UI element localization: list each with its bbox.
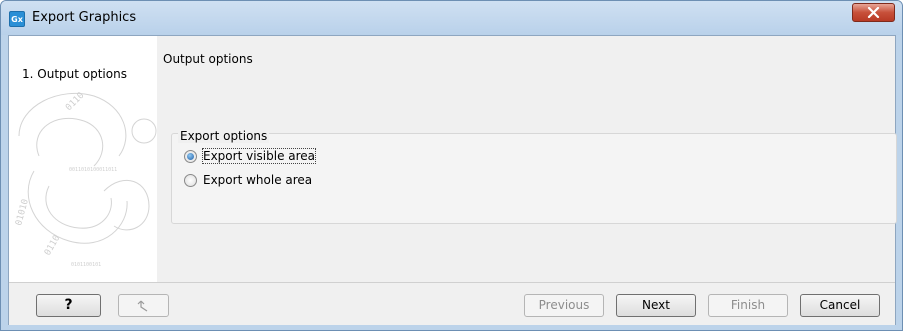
next-button[interactable]: Next <box>616 294 696 317</box>
cancel-button[interactable]: Cancel <box>800 294 880 317</box>
dialog-client-area: 1. Output options 0110 01010 0110 001101… <box>8 35 897 325</box>
button-bar: ? Previous Next Finish Cancel <box>9 282 895 325</box>
close-button[interactable] <box>852 3 895 22</box>
wizard-main-panel: Output options Export options Export vis… <box>157 36 897 282</box>
export-options-group: Export options Export visible area Expor… <box>171 129 897 224</box>
previous-button[interactable]: Previous <box>524 294 604 317</box>
binary-swirl-icon: 0110 01010 0110 0011010100011011 0101100… <box>14 91 157 268</box>
close-icon <box>867 7 880 18</box>
svg-text:0110: 0110 <box>43 234 63 258</box>
title-bar[interactable]: Gx Export Graphics <box>1 1 902 35</box>
export-graphics-dialog: Gx Export Graphics 1. Output options 011… <box>0 0 903 331</box>
svg-text:01010: 01010 <box>14 198 31 227</box>
svg-text:0011010100011011: 0011010100011011 <box>69 167 117 173</box>
finish-button[interactable]: Finish <box>708 294 788 317</box>
help-button[interactable]: ? <box>36 294 101 317</box>
svg-text:0101100101: 0101100101 <box>71 262 101 268</box>
export-whole-area-label[interactable]: Export whole area <box>203 173 312 187</box>
export-visible-area-option[interactable]: Export visible area <box>184 148 317 164</box>
export-whole-area-option[interactable]: Export whole area <box>184 173 312 187</box>
restore-defaults-icon <box>137 300 147 312</box>
group-title: Export options <box>178 129 270 143</box>
export-whole-area-radio[interactable] <box>184 173 197 187</box>
export-visible-area-radio[interactable] <box>184 149 197 163</box>
wizard-steps-sidebar: 1. Output options 0110 01010 0110 001101… <box>9 36 158 282</box>
window-title: Export Graphics <box>32 10 137 25</box>
restore-defaults-button[interactable] <box>118 294 169 317</box>
page-title: Output options <box>163 52 253 66</box>
export-visible-area-label[interactable]: Export visible area <box>201 148 317 164</box>
app-icon: Gx <box>9 11 25 27</box>
